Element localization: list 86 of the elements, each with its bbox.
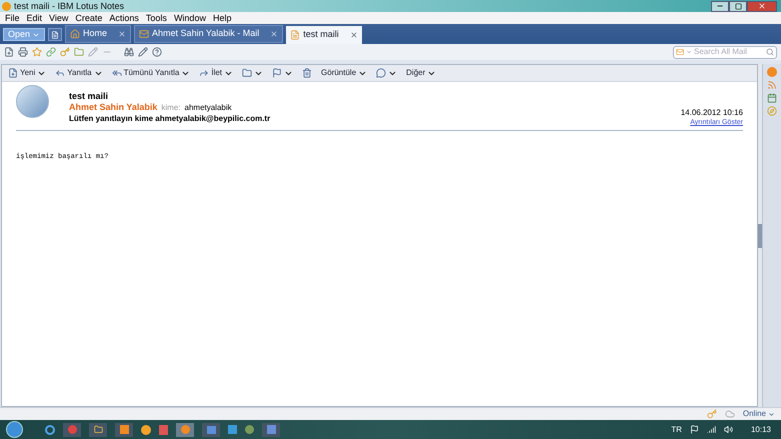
- action-button[interactable]: [242, 68, 264, 78]
- cloud-icon[interactable]: [724, 409, 735, 419]
- action-button[interactable]: Yanıtla: [55, 67, 103, 79]
- action-button[interactable]: Görüntüle: [321, 67, 368, 79]
- menu-item[interactable]: Edit: [24, 12, 46, 24]
- menu-item[interactable]: Window: [170, 12, 209, 24]
- document-icon: [290, 30, 300, 40]
- online-status-button[interactable]: Online: [742, 408, 775, 420]
- tab-label: Ahmet Sahin Yalabik - Mail: [152, 27, 260, 40]
- action-button[interactable]: [272, 68, 294, 78]
- action-button[interactable]: Diğer: [406, 67, 436, 79]
- caret-icon[interactable]: [686, 49, 692, 55]
- flag-icon[interactable]: [690, 425, 699, 434]
- home-icon: [70, 29, 80, 39]
- trash-icon: [302, 68, 312, 78]
- edit-icon[interactable]: [138, 47, 148, 57]
- document-icon: [51, 30, 60, 38]
- maximize-icon: [734, 2, 742, 10]
- binoculars-icon[interactable]: [124, 47, 134, 57]
- menu-item[interactable]: Help: [210, 12, 234, 24]
- search-bar[interactable]: Search All Mail: [673, 46, 777, 58]
- speech-bubble-icon: [376, 68, 386, 78]
- mail-icon[interactable]: [676, 48, 684, 56]
- menu-item[interactable]: Create: [72, 12, 106, 24]
- star-icon[interactable]: [32, 47, 42, 57]
- rss-icon[interactable]: [767, 80, 777, 90]
- tab[interactable]: test maili: [286, 26, 362, 44]
- folder-icon: [242, 68, 252, 78]
- subject-text: test maili: [69, 91, 110, 102]
- media-player-icon[interactable]: [115, 422, 133, 436]
- pencil-icon[interactable]: [88, 47, 98, 57]
- app-icon[interactable]: [141, 424, 151, 434]
- tab[interactable]: Home: [65, 25, 132, 43]
- help-icon[interactable]: [152, 47, 162, 57]
- tab-list-button[interactable]: [48, 28, 62, 41]
- printer-icon[interactable]: [18, 47, 28, 57]
- scrollbar[interactable]: [758, 64, 762, 407]
- reply-to-text: Lütfen yanıtlayın kime ahmetyalabik@beypilic.com.tr: [69, 113, 270, 124]
- tab[interactable]: Ahmet Sahin Yalabik - Mail: [134, 25, 284, 43]
- close-tab-icon[interactable]: [350, 31, 358, 39]
- tab-label: test maili: [303, 28, 339, 42]
- clock-text[interactable]: 10:13: [750, 424, 771, 436]
- app-icon[interactable]: [176, 422, 194, 436]
- action-button[interactable]: Tümünü Yanıtla: [112, 67, 190, 79]
- calendar-icon[interactable]: [767, 93, 777, 103]
- flag-icon: [272, 68, 282, 78]
- menu-item[interactable]: Tools: [142, 12, 170, 24]
- reply-all-icon: [112, 68, 122, 78]
- reply-icon: [55, 68, 66, 78]
- action-button[interactable]: İlet: [199, 67, 234, 79]
- action-button[interactable]: [302, 68, 312, 78]
- app-icon[interactable]: [262, 422, 280, 436]
- maximize-button[interactable]: [729, 0, 747, 12]
- action-button[interactable]: [376, 68, 398, 78]
- menu-item[interactable]: View: [46, 12, 72, 24]
- menu-item[interactable]: File: [2, 12, 23, 24]
- search-icon[interactable]: [766, 48, 774, 56]
- browser-icon[interactable]: [63, 422, 81, 436]
- search-field[interactable]: Search All Mail: [694, 46, 764, 58]
- mail-icon: [139, 29, 150, 39]
- app-logo-icon: [2, 2, 11, 10]
- window-title: test maili - IBM Lotus Notes: [14, 0, 124, 12]
- minimize-button[interactable]: [711, 0, 729, 12]
- key-icon[interactable]: [60, 47, 70, 57]
- browser-icon[interactable]: [45, 424, 55, 434]
- folder-icon[interactable]: [89, 422, 107, 436]
- link-icon[interactable]: [46, 47, 56, 57]
- close-icon: [758, 2, 766, 10]
- menu-item[interactable]: Actions: [106, 12, 142, 24]
- signal-icon[interactable]: [706, 425, 716, 434]
- action-button[interactable]: Yeni: [8, 67, 46, 79]
- close-tab-icon[interactable]: [118, 30, 126, 38]
- computer-icon[interactable]: [202, 422, 220, 436]
- key-icon[interactable]: [706, 409, 717, 419]
- caret-icon: [768, 410, 775, 418]
- forward-icon: [199, 68, 210, 78]
- new-document-icon[interactable]: [4, 47, 14, 57]
- language-indicator[interactable]: TR: [671, 424, 682, 436]
- date-text: 14.06.2012 10:16: [680, 107, 743, 118]
- start-button[interactable]: [6, 421, 23, 438]
- recipient-name: ahmetyalabik: [184, 102, 232, 113]
- compass-icon[interactable]: [767, 106, 777, 116]
- to-label: kime:: [161, 102, 180, 113]
- new-document-icon: [8, 68, 18, 78]
- volume-icon[interactable]: [724, 425, 733, 434]
- tab-label: Home: [83, 27, 108, 40]
